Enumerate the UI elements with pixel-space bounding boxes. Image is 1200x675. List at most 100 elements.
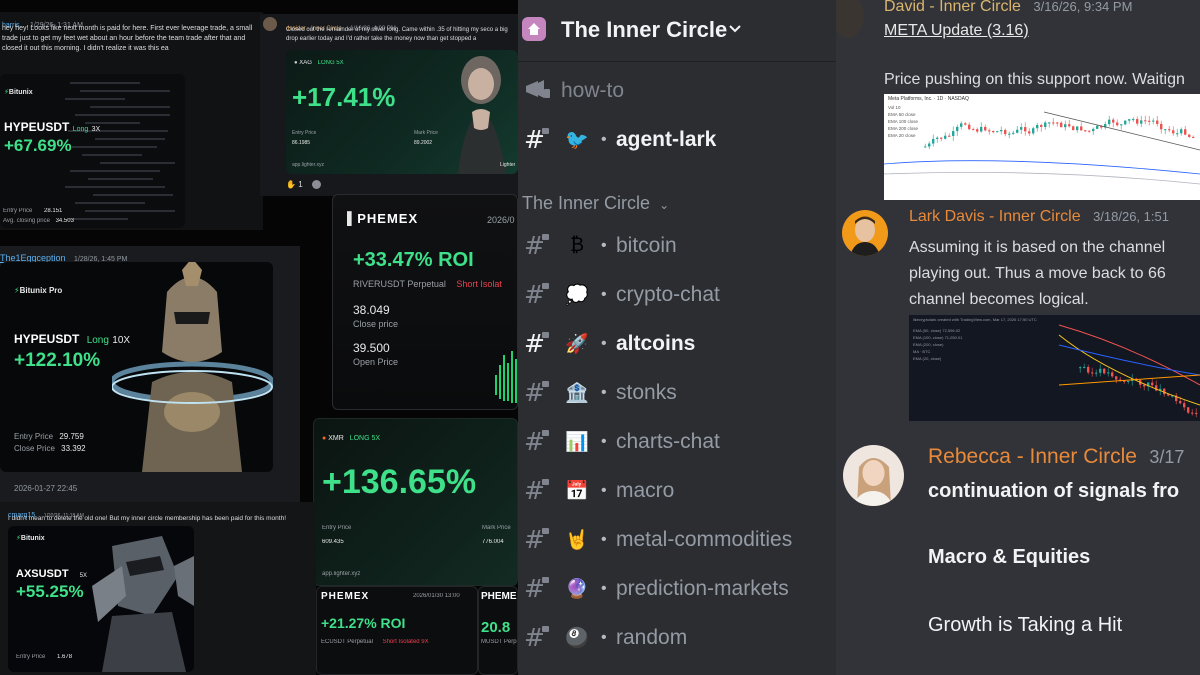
raised-hand-icon: ✋ [286,180,296,189]
entry-value: 86.1985 [292,140,311,146]
phemex-trade-card[interactable]: ▌PHEMEX 2026/0 +33.47% ROI RIVERUSDT Per… [332,194,518,410]
channel-name: prediction-markets [616,576,789,600]
phemex-logo-icon: ▌ [347,211,358,226]
username[interactable]: Lark Davis - Inner Circle [909,208,1081,225]
trade-card-xag[interactable]: ● XAG LONG 5X +17.41% Entry Price 86.198… [286,50,518,174]
side: Long [72,126,89,133]
site-url: app.lighter.xyz [292,162,324,168]
position-tag: LONG 5X [317,60,344,66]
channel-stonks[interactable]: # 🏦 • stonks [518,368,836,417]
ema-line [884,171,1200,185]
channel-emoji: 🐦 [565,129,589,151]
trade-card-axsusdt[interactable]: ⚡Bitunix AXSUSDT 5X +55.25% Entry Price … [8,526,194,672]
channel-emoji: ₿ [569,234,585,256]
pnl-percent: +122.10% [14,350,101,371]
username[interactable]: David - Inner Circle [884,0,1021,15]
lock-icon [542,283,549,289]
channel-emoji: 🤘 [565,529,589,551]
ema-line [1058,374,1200,386]
text-line: channel becomes logical. [909,291,1089,308]
entry-label: Entry Price [3,208,33,214]
lock-icon [542,626,549,632]
site-url: app.lighter.xyz [322,571,361,577]
ema-line [884,160,1200,175]
channel-charts-chat[interactable]: # 📊 • charts-chat [518,417,836,466]
pair: HYPEUSDT [14,332,80,346]
message-text: Closed out the remainder of my silver lo… [286,27,508,42]
avatar[interactable] [842,210,888,256]
channel-bitcoin[interactable]: # ₿ • bitcoin [518,221,836,270]
message-text: hey hey! Looks like next month is paid f… [2,25,253,52]
add-reaction-icon[interactable] [312,180,321,189]
server-name: The Inner Circle [561,17,728,42]
lock-icon [542,128,549,134]
leverage: 10X [112,335,131,346]
lock-icon [542,479,549,485]
asset: XMR [328,435,344,442]
lock-icon [542,577,549,583]
entry-value: 1.678 [57,654,73,660]
avatar[interactable] [843,445,904,506]
trade-card-xmr[interactable]: ● XMR LONG 5X +136.65% Entry Price 609.4… [313,418,518,586]
meta-chart-image[interactable]: Meta Platforms, Inc. · 1D · NASDAQ Vol 1… [884,94,1200,200]
message-text: Assuming it is based on the channel play… [909,235,1166,313]
separator-dot: • [601,530,607,548]
trade-card-hypeusdt[interactable]: ⚡Bitunix HYPEUSDT Long 3X +67.69% Entry … [0,74,185,228]
channel-emoji: 🏦 [565,382,589,404]
lock-icon [542,430,549,436]
avatar[interactable] [836,0,864,38]
side: Short Isolat [456,279,502,289]
close-value: 38.049 [353,303,390,317]
channel-name: charts-chat [616,429,720,453]
channel-agent-lark[interactable]: # 🐦 • agent-lark [518,115,836,164]
entry-value: 28.151 [44,208,63,214]
server-header[interactable]: The Inner Circle [518,0,836,62]
lock-icon [542,234,549,240]
reaction[interactable]: ✋ 1 [286,180,303,189]
brand: PHEMEX [321,591,370,602]
chevron-down-icon[interactable] [728,22,742,36]
candlestick-chart [884,111,1200,185]
channel-emoji: 📊 [565,431,589,453]
channel-crypto-chat[interactable]: # 💭 • crypto-chat [518,270,836,319]
btc-chart-image[interactable]: likecryptolark created with TradingView.… [909,315,1200,421]
channel-macro[interactable]: # 📅 • macro [518,466,836,515]
trade-date: 2026-01-27 22:45 [14,484,78,493]
candlestick-chart [1058,324,1200,418]
channel-prediction-markets[interactable]: # 🔮 • prediction-markets [518,564,836,613]
code-texture [65,82,175,220]
chevron-down-icon: ⌄ [659,198,670,212]
person-icon [853,458,893,506]
xag-icon: ● [294,60,298,66]
channel-name: stonks [616,380,677,404]
exchange-name: Bitunix Pro [19,286,63,295]
username[interactable]: Rebecca - Inner Circle [928,445,1137,468]
separator-dot: • [601,628,607,646]
channel-name: random [616,625,688,649]
phemex-trade-card-3[interactable]: PHEME 20.8 MUSDT Perp [478,586,518,675]
channel-name: altcoins [616,331,696,355]
channel-random[interactable]: # 🎱 • random [518,613,836,662]
close-value: 33.392 [61,444,86,453]
avatar [263,17,277,31]
text-line: playing out. Thus a move back to 66 [909,265,1166,282]
leverage: 3X [91,126,101,133]
top-channels: how-to # 🐦 • agent-lark [518,66,836,164]
exchange-name: Bitunix [20,535,45,542]
model-photo [458,56,506,174]
armored-knight-image [112,262,273,472]
roi: +33.47% ROI [353,249,474,271]
trade-card-hypeusdt-10x[interactable]: ⚡Bitunix Pro HYPEUSDT Long 10X +122.10% … [0,262,273,472]
post-link[interactable]: META Update (3.16) [884,22,1029,40]
timestamp: 3/16/26, 9:34 PM [1033,0,1133,14]
separator-dot: • [601,130,607,148]
channel-metal-commodities[interactable]: # 🤘 • metal-commodities [518,515,836,564]
category-header[interactable]: The Inner Circle ⌄ [522,193,669,214]
pnl-percent: +67.69% [4,136,72,155]
channel-how-to[interactable]: how-to [518,66,836,115]
lock-icon [542,381,549,387]
channel-altcoins[interactable]: # 🚀 • altcoins [518,319,836,368]
category-name: The Inner Circle [522,193,651,213]
date: 2026/01/30 13:00 [413,593,460,599]
phemex-trade-card-2[interactable]: PHEMEX 2026/01/30 13:00 +21.27% ROI ECUS… [316,586,478,675]
